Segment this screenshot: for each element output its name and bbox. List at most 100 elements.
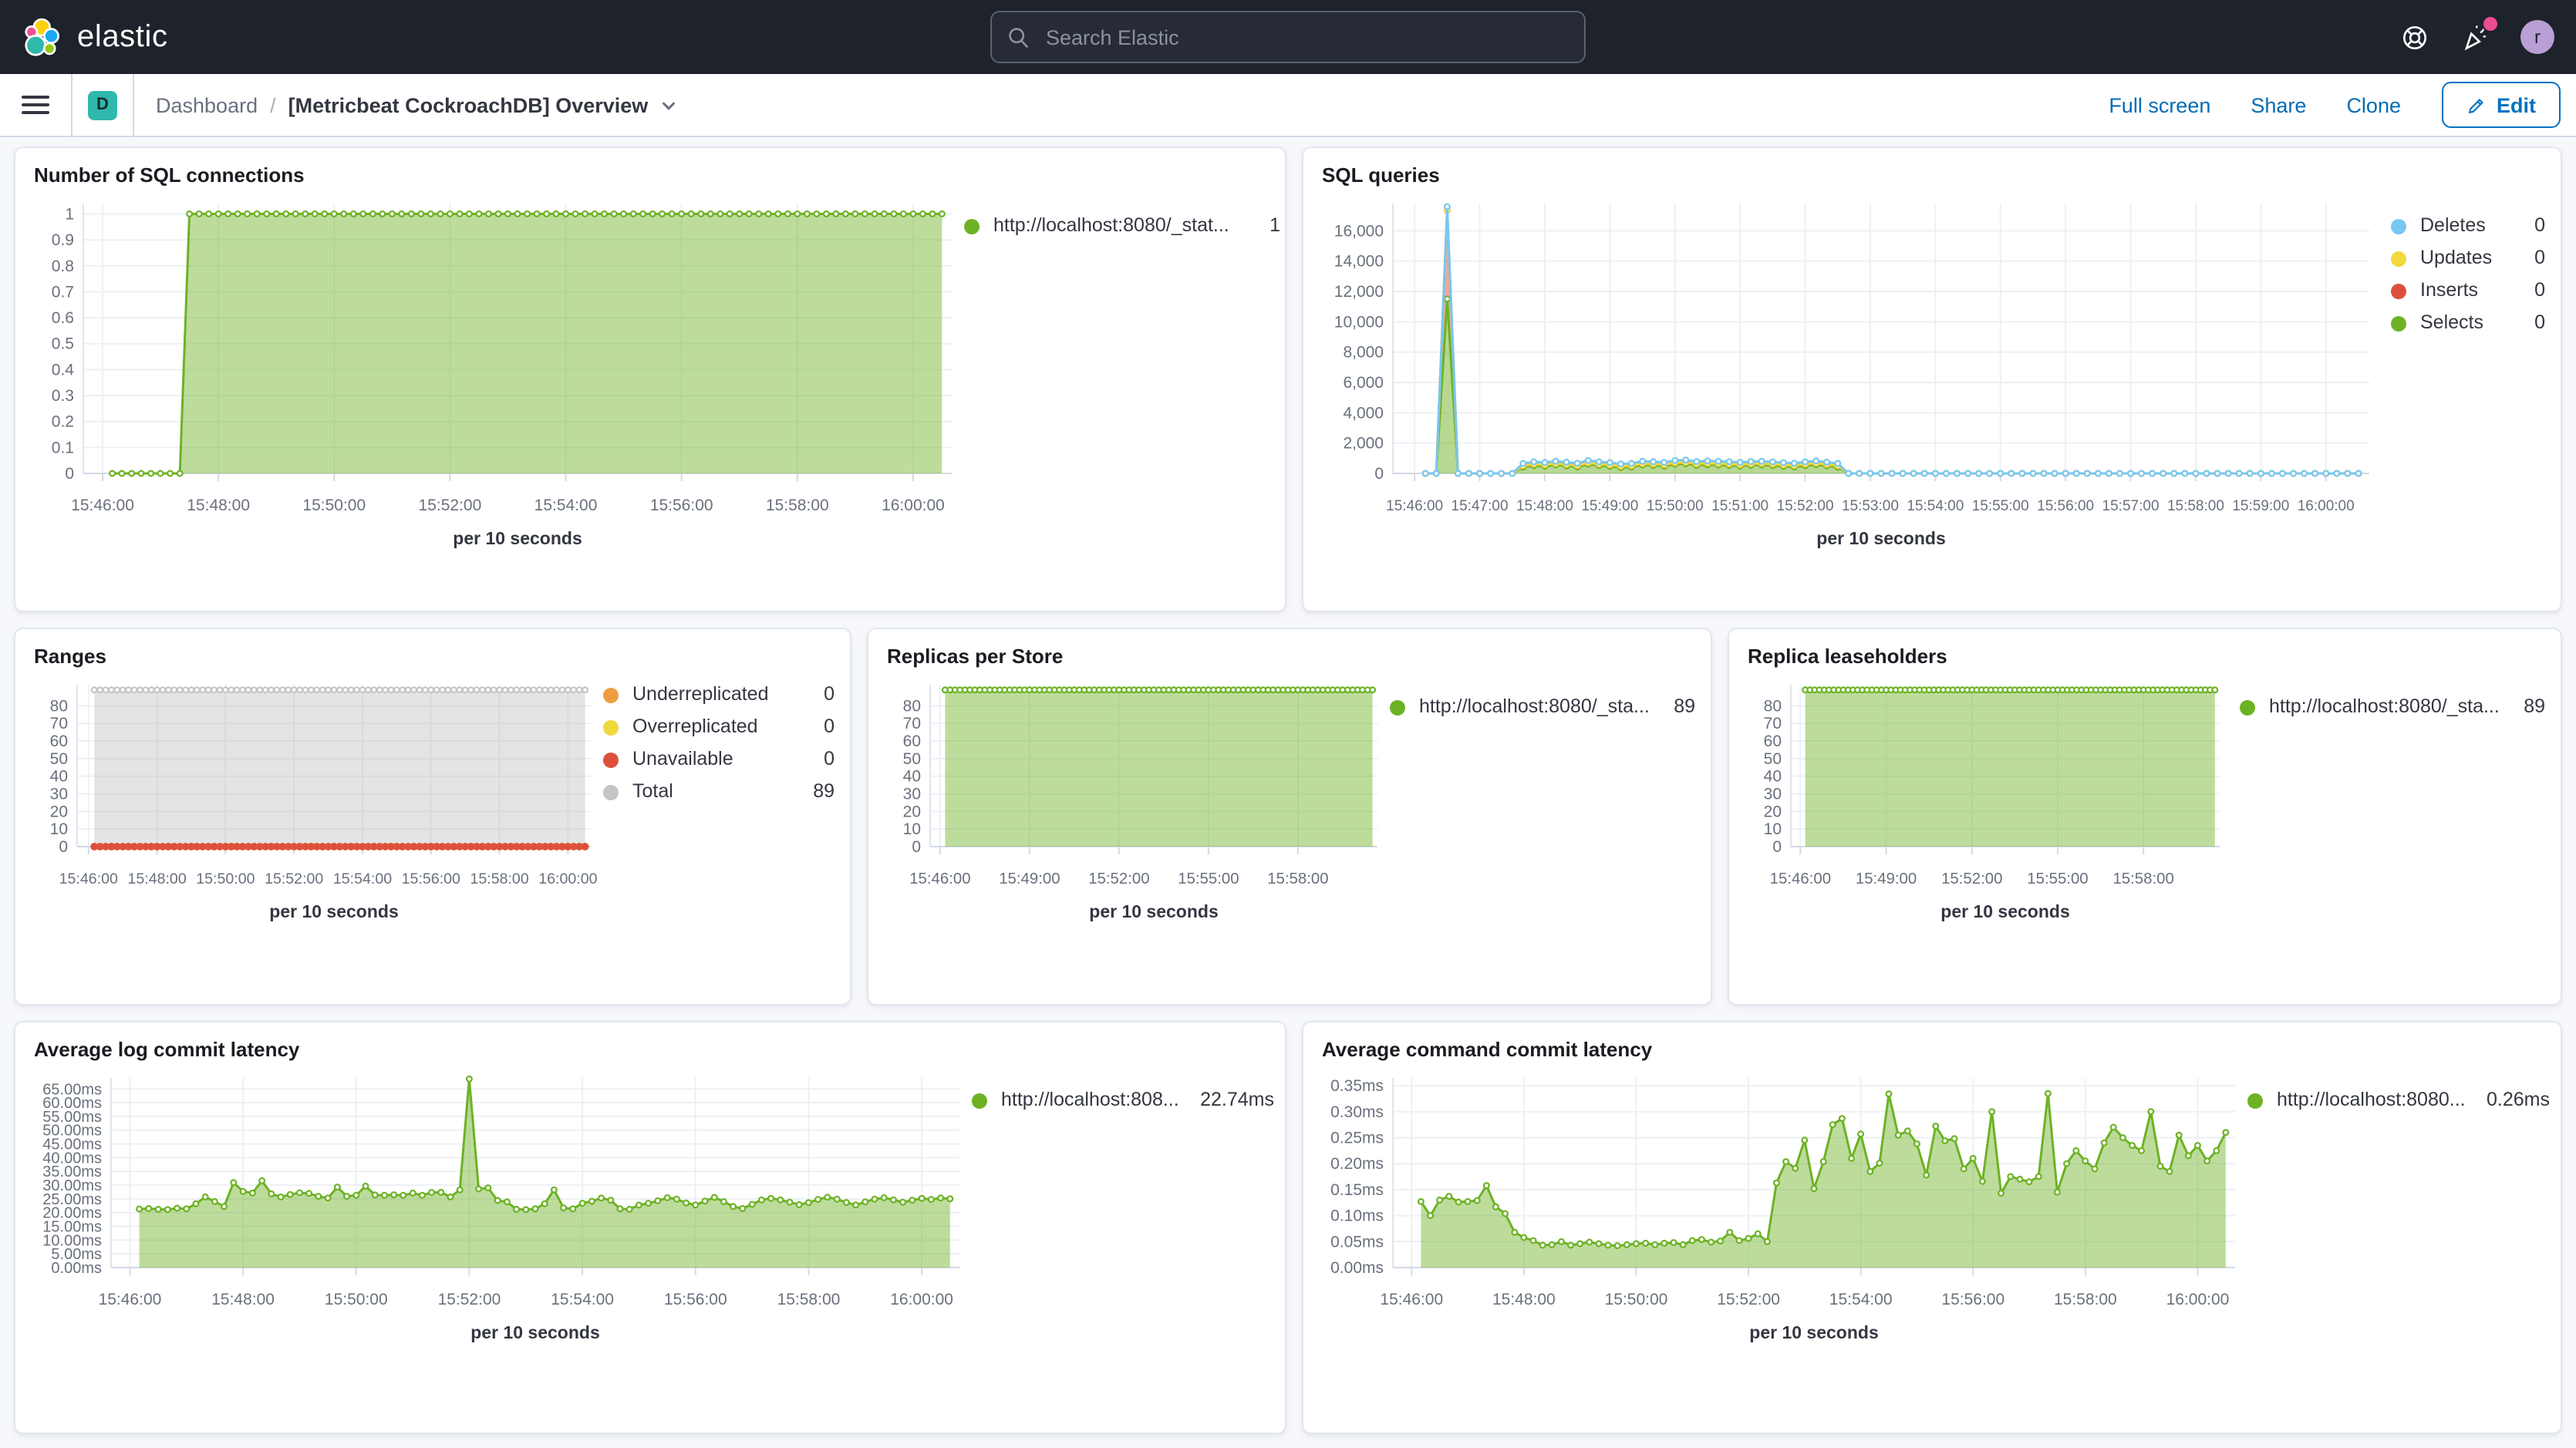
svg-text:0.4: 0.4: [52, 361, 75, 379]
legend-series-value: 1: [1269, 216, 1280, 236]
svg-text:per 10 seconds: per 10 seconds: [470, 1322, 599, 1342]
chart-canvas: 0.00ms0.05ms0.10ms0.15ms0.20ms0.25ms0.30…: [1319, 1066, 2247, 1355]
svg-text:0.00ms: 0.00ms: [1330, 1259, 1384, 1277]
chart-sql-connections[interactable]: 00.10.20.30.40.50.60.70.80.9115:46:0015:…: [31, 191, 964, 569]
svg-text:0.6: 0.6: [52, 309, 74, 327]
svg-text:50: 50: [1764, 750, 1782, 768]
svg-text:15:52:00: 15:52:00: [1777, 498, 1834, 514]
legend-series-dot: [2391, 283, 2406, 298]
legend-item[interactable]: http://localhost:808...22.74ms: [972, 1090, 1274, 1110]
legend-item[interactable]: Updates0: [2391, 248, 2545, 268]
svg-text:6,000: 6,000: [1343, 374, 1384, 392]
breadcrumb-dashboard[interactable]: Dashboard: [156, 93, 258, 116]
svg-text:15:50:00: 15:50:00: [196, 870, 255, 887]
svg-text:0: 0: [1772, 838, 1782, 856]
chart-legend: http://localhost:8080/_stat...1: [964, 216, 1280, 236]
legend-series-label: Overreplicated: [632, 717, 808, 737]
svg-text:15:56:00: 15:56:00: [402, 870, 460, 887]
legend-item[interactable]: Inserts0: [2391, 281, 2545, 301]
svg-text:15:58:00: 15:58:00: [777, 1291, 841, 1308]
chart-ranges[interactable]: 0102030405060708015:46:0015:48:0015:50:0…: [31, 672, 603, 942]
chart-avg-command-commit-latency[interactable]: 0.00ms0.05ms0.10ms0.15ms0.20ms0.25ms0.30…: [1319, 1066, 2247, 1363]
divider: [133, 74, 134, 136]
svg-text:0.2: 0.2: [52, 413, 74, 431]
legend-item[interactable]: Unavailable0: [603, 749, 835, 769]
legend-item[interactable]: Selects0: [2391, 313, 2545, 333]
legend-item[interactable]: http://localhost:8080...0.26ms: [2247, 1090, 2550, 1110]
svg-text:0.20ms: 0.20ms: [1330, 1155, 1384, 1173]
svg-text:15:55:00: 15:55:00: [2027, 870, 2088, 887]
legend-item[interactable]: Overreplicated0: [603, 717, 835, 737]
chart-sql-queries[interactable]: 02,0004,0006,0008,00010,00012,00014,0001…: [1319, 191, 2382, 569]
svg-text:16,000: 16,000: [1334, 222, 1384, 240]
panel-title: Average log commit latency: [15, 1022, 1285, 1066]
svg-text:4,000: 4,000: [1343, 404, 1384, 422]
legend-item[interactable]: Underreplicated0: [603, 685, 835, 705]
svg-text:0: 0: [59, 838, 68, 856]
news-button[interactable]: [2460, 22, 2490, 52]
help-button[interactable]: [2400, 22, 2429, 52]
svg-text:0.25ms: 0.25ms: [1330, 1130, 1384, 1147]
search-input[interactable]: [1043, 24, 1569, 50]
svg-text:15:58:00: 15:58:00: [1267, 870, 1328, 887]
svg-text:0.5: 0.5: [52, 335, 74, 353]
chart-replica-leaseholders[interactable]: 0102030405060708015:46:0015:49:0015:52:0…: [1745, 672, 2232, 942]
elastic-brand[interactable]: elastic: [22, 16, 168, 58]
svg-text:0.8: 0.8: [52, 258, 74, 275]
share-button[interactable]: Share: [2251, 93, 2306, 116]
menu-button[interactable]: [15, 85, 56, 125]
breadcrumb: Dashboard / [Metricbeat CockroachDB] Ove…: [156, 93, 679, 116]
svg-text:15:47:00: 15:47:00: [1452, 498, 1509, 514]
legend-series-dot: [603, 719, 619, 735]
avatar[interactable]: r: [2520, 20, 2554, 54]
svg-text:0.05ms: 0.05ms: [1330, 1233, 1384, 1251]
panel-replica-leaseholders: Replica leaseholders 0102030405060708015…: [1728, 628, 2562, 1005]
chart-legend: http://localhost:8080/_sta...89: [1390, 697, 1695, 717]
global-search[interactable]: [990, 11, 1586, 63]
svg-text:15:58:00: 15:58:00: [470, 870, 528, 887]
legend-series-dot: [2391, 251, 2406, 266]
edit-label: Edit: [2497, 93, 2536, 116]
full-screen-button[interactable]: Full screen: [2109, 93, 2210, 116]
svg-text:16:00:00: 16:00:00: [882, 497, 945, 514]
legend-item[interactable]: Deletes0: [2391, 216, 2545, 236]
panel-title: Number of SQL connections: [15, 148, 1285, 191]
svg-text:0: 0: [65, 465, 74, 483]
chart-avg-log-commit-latency[interactable]: 0.00ms5.00ms10.00ms15.00ms20.00ms25.00ms…: [31, 1066, 972, 1363]
svg-text:30: 30: [903, 786, 921, 803]
legend-series-dot: [2240, 699, 2255, 715]
svg-text:1: 1: [65, 205, 74, 223]
svg-text:per 10 seconds: per 10 seconds: [1749, 1322, 1878, 1342]
svg-text:15:49:00: 15:49:00: [999, 870, 1060, 887]
svg-text:0: 0: [912, 838, 921, 856]
svg-text:15:46:00: 15:46:00: [1380, 1291, 1443, 1308]
legend-item[interactable]: http://localhost:8080/_sta...89: [1390, 697, 1695, 717]
svg-text:10: 10: [903, 820, 921, 838]
panel-title: Replicas per Store: [868, 629, 1711, 672]
legend-series-value: 0: [2534, 313, 2545, 333]
dashboard-badge[interactable]: D: [88, 90, 117, 120]
svg-text:per 10 seconds: per 10 seconds: [1940, 901, 2069, 921]
svg-text:15:46:00: 15:46:00: [59, 870, 118, 887]
svg-text:15:48:00: 15:48:00: [1492, 1291, 1556, 1308]
edit-button[interactable]: Edit: [2441, 82, 2561, 128]
svg-text:15:46:00: 15:46:00: [99, 1291, 162, 1308]
chart-legend: Underreplicated0 Overreplicated0 Unavailab…: [603, 685, 835, 802]
chart-canvas: 0102030405060708015:46:0015:49:0015:52:0…: [884, 672, 1390, 934]
legend-item[interactable]: http://localhost:8080/_sta...89: [2240, 697, 2545, 717]
legend-item[interactable]: http://localhost:8080/_stat...1: [964, 216, 1280, 236]
legend-item[interactable]: Total89: [603, 782, 835, 802]
svg-text:0.10ms: 0.10ms: [1330, 1207, 1384, 1225]
chevron-down-icon[interactable]: [659, 95, 679, 115]
breadcrumb-separator: /: [270, 93, 276, 116]
help-icon: [2400, 22, 2429, 52]
chart-canvas: 0102030405060708015:46:0015:49:0015:52:0…: [1745, 672, 2232, 934]
svg-text:0.1: 0.1: [52, 439, 74, 456]
clone-button[interactable]: Clone: [2346, 93, 2401, 116]
svg-text:40: 40: [1764, 768, 1782, 786]
svg-text:15:50:00: 15:50:00: [325, 1291, 388, 1308]
svg-text:60: 60: [50, 732, 68, 750]
svg-text:15:48:00: 15:48:00: [127, 870, 186, 887]
legend-series-value: 0: [2534, 216, 2545, 236]
chart-replicas-per-store[interactable]: 0102030405060708015:46:0015:49:0015:52:0…: [884, 672, 1390, 942]
